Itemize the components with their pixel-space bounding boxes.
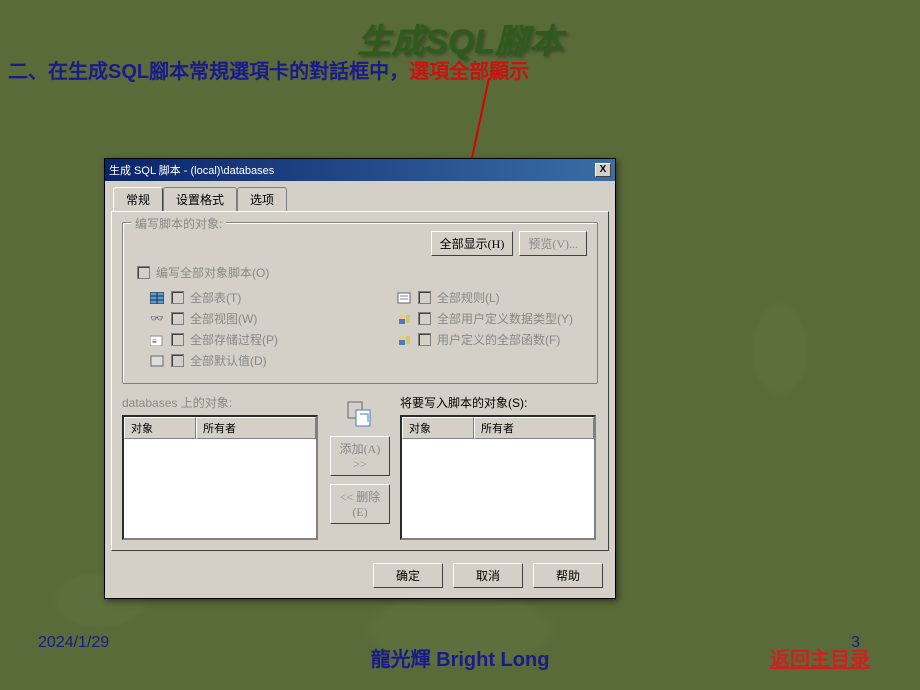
target-listbox[interactable]: 对象 所有者	[400, 415, 596, 540]
chk-udf-row: 用户定义的全部函数(F)	[396, 331, 587, 348]
source-list-section: databases 上的对象: 对象 所有者	[122, 394, 320, 540]
chk-udt-row: 全部用户定义数据类型(Y)	[396, 310, 587, 327]
right-column: 全部规则(L) 全部用户定义数据类型(Y) 用户	[380, 285, 587, 373]
close-button[interactable]: X	[595, 163, 611, 177]
chk-defaults[interactable]	[171, 354, 184, 367]
transfer-icon	[346, 400, 374, 428]
chk-tables-row: 全部表(T)	[149, 289, 340, 306]
chk-rules-row: 全部规则(L)	[396, 289, 587, 306]
tab-format[interactable]: 设置格式	[163, 187, 237, 211]
chk-sp-row: ≡ 全部存储过程(P)	[149, 331, 340, 348]
chk-all-objects[interactable]	[137, 266, 150, 279]
col-object-2[interactable]: 对象	[402, 417, 474, 439]
default-icon	[149, 354, 165, 368]
sql-script-dialog: 生成 SQL 脚本 - (local)\databases X 常规 设置格式 …	[104, 158, 616, 599]
ok-button[interactable]: 确定	[373, 563, 443, 588]
user-type-icon	[396, 312, 412, 326]
tab-general[interactable]: 常规	[113, 187, 163, 211]
preview-button[interactable]: 预览(V)...	[519, 231, 587, 256]
source-list-header: 对象 所有者	[124, 417, 316, 439]
instruction-highlight: 選項全部顯示	[409, 61, 529, 83]
svg-text:≡: ≡	[152, 337, 157, 346]
tab-options[interactable]: 选项	[237, 187, 287, 211]
remove-button[interactable]: << 删除(E)	[330, 484, 390, 524]
left-column: 全部表(T) 👓 全部视图(W) ≡ 全部存储过程(P)	[133, 285, 340, 373]
tab-strip: 常规 设置格式 选项	[105, 181, 615, 211]
dialog-footer: 确定 取消 帮助	[105, 557, 615, 598]
back-link[interactable]: 返回主目录	[770, 643, 870, 672]
instruction-prefix: 二、在生成SQL腳本常規選項卡的對話框中，	[8, 61, 409, 83]
chk-rules-label: 全部规则(L)	[437, 289, 500, 306]
chk-defaults-row: 全部默认值(D)	[149, 352, 340, 369]
user-func-icon	[396, 333, 412, 347]
source-listbox[interactable]: 对象 所有者	[122, 415, 318, 540]
col-object[interactable]: 对象	[124, 417, 196, 439]
chk-rules[interactable]	[418, 291, 431, 304]
instruction-text: 二、在生成SQL腳本常規選項卡的對話框中，選項全部顯示	[8, 55, 529, 84]
tab-content: 编写脚本的对象: 全部显示(H) 预览(V)... 编写全部对象脚本(O) 全部…	[111, 211, 609, 551]
chk-views-label: 全部视图(W)	[190, 310, 257, 327]
chk-sp-label: 全部存储过程(P)	[190, 331, 278, 348]
target-list-header: 对象 所有者	[402, 417, 594, 439]
chk-all-objects-label: 编写全部对象脚本(O)	[156, 264, 269, 281]
objects-group: 编写脚本的对象: 全部显示(H) 预览(V)... 编写全部对象脚本(O) 全部…	[122, 222, 598, 384]
chk-views[interactable]	[171, 312, 184, 325]
group-top-buttons: 全部显示(H) 预览(V)...	[133, 231, 587, 256]
dialog-title: 生成 SQL 脚本 - (local)\databases	[109, 162, 274, 178]
chk-all-objects-row: 编写全部对象脚本(O)	[137, 264, 587, 281]
show-all-button[interactable]: 全部显示(H)	[431, 231, 514, 256]
rule-icon	[396, 291, 412, 305]
chk-udf[interactable]	[418, 333, 431, 346]
chk-udf-label: 用户定义的全部函数(F)	[437, 331, 560, 348]
slide-date: 2024/1/29	[38, 634, 109, 652]
add-button[interactable]: 添加(A) >>	[330, 436, 390, 476]
chk-defaults-label: 全部默认值(D)	[190, 352, 267, 369]
chk-views-row: 👓 全部视图(W)	[149, 310, 340, 327]
group-label: 编写脚本的对象:	[131, 215, 226, 232]
chk-tables-label: 全部表(T)	[190, 289, 241, 306]
target-list-section: 将要写入脚本的对象(S): 对象 所有者	[400, 394, 598, 540]
proc-icon: ≡	[149, 333, 165, 347]
chk-sp[interactable]	[171, 333, 184, 346]
glasses-icon: 👓	[149, 312, 165, 326]
dialog-titlebar[interactable]: 生成 SQL 脚本 - (local)\databases X	[105, 159, 615, 181]
chk-udt[interactable]	[418, 312, 431, 325]
help-button[interactable]: 帮助	[533, 563, 603, 588]
target-list-label: 将要写入脚本的对象(S):	[400, 394, 598, 411]
table-icon	[149, 291, 165, 305]
cancel-button[interactable]: 取消	[453, 563, 523, 588]
transfer-section: databases 上的对象: 对象 所有者 添加(A) >> << 删除(E)…	[122, 394, 598, 540]
chk-udt-label: 全部用户定义数据类型(Y)	[437, 310, 573, 327]
checkbox-columns: 全部表(T) 👓 全部视图(W) ≡ 全部存储过程(P)	[133, 285, 587, 373]
chk-tables[interactable]	[171, 291, 184, 304]
source-list-label: databases 上的对象:	[122, 394, 320, 411]
col-owner-2[interactable]: 所有者	[474, 417, 594, 439]
slide-author: 龍光輝 Bright Long	[371, 643, 550, 672]
transfer-controls: 添加(A) >> << 删除(E)	[330, 394, 390, 524]
col-owner[interactable]: 所有者	[196, 417, 316, 439]
